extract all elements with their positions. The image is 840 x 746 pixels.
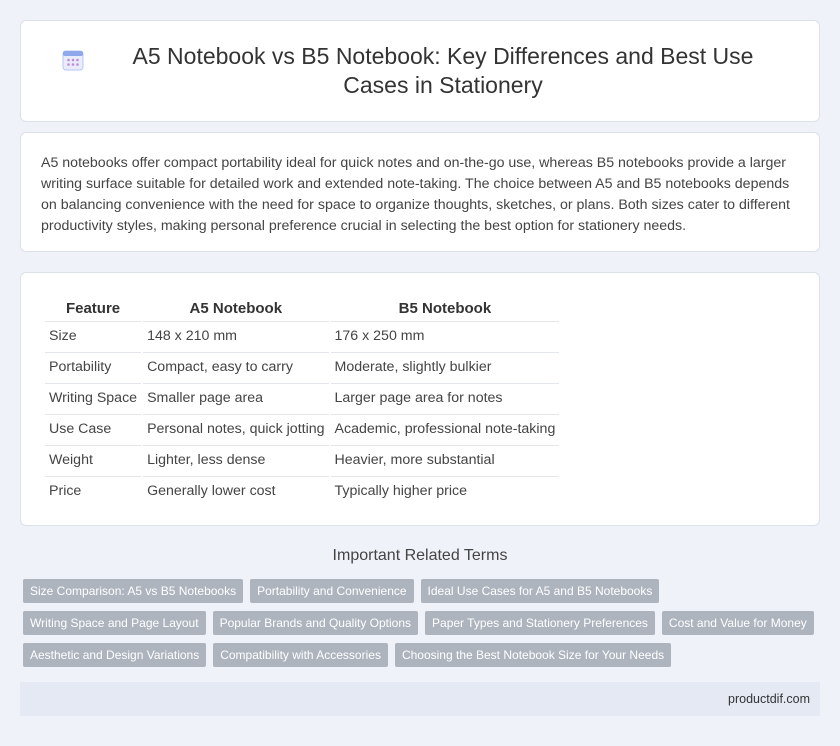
table-cell: Size (45, 321, 142, 350)
footer: productdif.com (20, 682, 820, 716)
table-cell: Smaller page area (143, 383, 329, 412)
calendar-icon (62, 50, 84, 71)
related-tag[interactable]: Cost and Value for Money (661, 611, 814, 635)
table-cell: Larger page area for notes (330, 383, 560, 412)
table-row: Size 148 x 210 mm 176 x 250 mm (45, 321, 560, 350)
page-title: A5 Notebook vs B5 Notebook: Key Differen… (132, 43, 754, 98)
table-cell: Personal notes, quick jotting (143, 414, 329, 443)
table-row: Use Case Personal notes, quick jotting A… (45, 414, 560, 443)
table-cell: Portability (45, 352, 142, 381)
related-tag[interactable]: Aesthetic and Design Variations (23, 643, 207, 667)
table-cell: Use Case (45, 414, 142, 443)
header-b5: B5 Notebook (398, 300, 492, 317)
tag-row: Size Comparison: A5 vs B5 Notebooks Port… (23, 579, 823, 603)
related-tag[interactable]: Paper Types and Stationery Preferences (425, 611, 655, 635)
header-feature: Feature (65, 300, 121, 317)
table-cell: Typically higher price (330, 476, 560, 505)
table-cell: Heavier, more substantial (330, 445, 560, 474)
intro-paragraph: A5 notebooks offer compact portability i… (41, 155, 790, 234)
table-row: Price Generally lower cost Typically hig… (45, 476, 560, 505)
footer-site-link[interactable]: productdif.com (728, 692, 810, 706)
comparison-table: Feature A5 Notebook B5 Notebook Size 148… (43, 295, 561, 507)
table-cell: Writing Space (45, 383, 142, 412)
related-tag[interactable]: Portability and Convenience (250, 579, 414, 603)
table-cell: Lighter, less dense (143, 445, 329, 474)
table-header-row: Feature A5 Notebook B5 Notebook (45, 297, 559, 319)
related-tag[interactable]: Compatibility with Accessories (213, 643, 388, 667)
comparison-table-card: Feature A5 Notebook B5 Notebook Size 148… (20, 272, 820, 526)
table-cell: Price (45, 476, 142, 505)
table-cell: Moderate, slightly bulkier (330, 352, 560, 381)
table-cell: 148 x 210 mm (143, 321, 329, 350)
table-cell: Weight (45, 445, 142, 474)
related-tag[interactable]: Writing Space and Page Layout (23, 611, 206, 635)
related-tag[interactable]: Size Comparison: A5 vs B5 Notebooks (23, 579, 244, 603)
related-terms-title: Important Related Terms (332, 547, 508, 564)
table-cell: 176 x 250 mm (330, 321, 560, 350)
related-tag[interactable]: Choosing the Best Notebook Size for Your… (394, 643, 672, 667)
intro-card: A5 notebooks offer compact portability i… (20, 132, 820, 252)
related-tag[interactable]: Ideal Use Cases for A5 and B5 Notebooks (420, 579, 660, 603)
table-row: Writing Space Smaller page area Larger p… (45, 383, 560, 412)
table-cell: Academic, professional note-taking (330, 414, 560, 443)
tag-row: Writing Space and Page Layout Popular Br… (23, 611, 823, 635)
tag-row: Aesthetic and Design Variations Compatib… (23, 643, 823, 667)
table-row: Portability Compact, easy to carry Moder… (45, 352, 560, 381)
title-wrap: A5 Notebook vs B5 Notebook: Key Differen… (61, 42, 779, 100)
header-a5: A5 Notebook (189, 300, 283, 317)
related-terms-tags: Size Comparison: A5 vs B5 Notebooks Port… (23, 579, 823, 675)
header-card: A5 Notebook vs B5 Notebook: Key Differen… (20, 20, 820, 122)
table-cell: Compact, easy to carry (143, 352, 329, 381)
related-tag[interactable]: Popular Brands and Quality Options (212, 611, 419, 635)
table-cell: Generally lower cost (143, 476, 329, 505)
table-row: Weight Lighter, less dense Heavier, more… (45, 445, 560, 474)
